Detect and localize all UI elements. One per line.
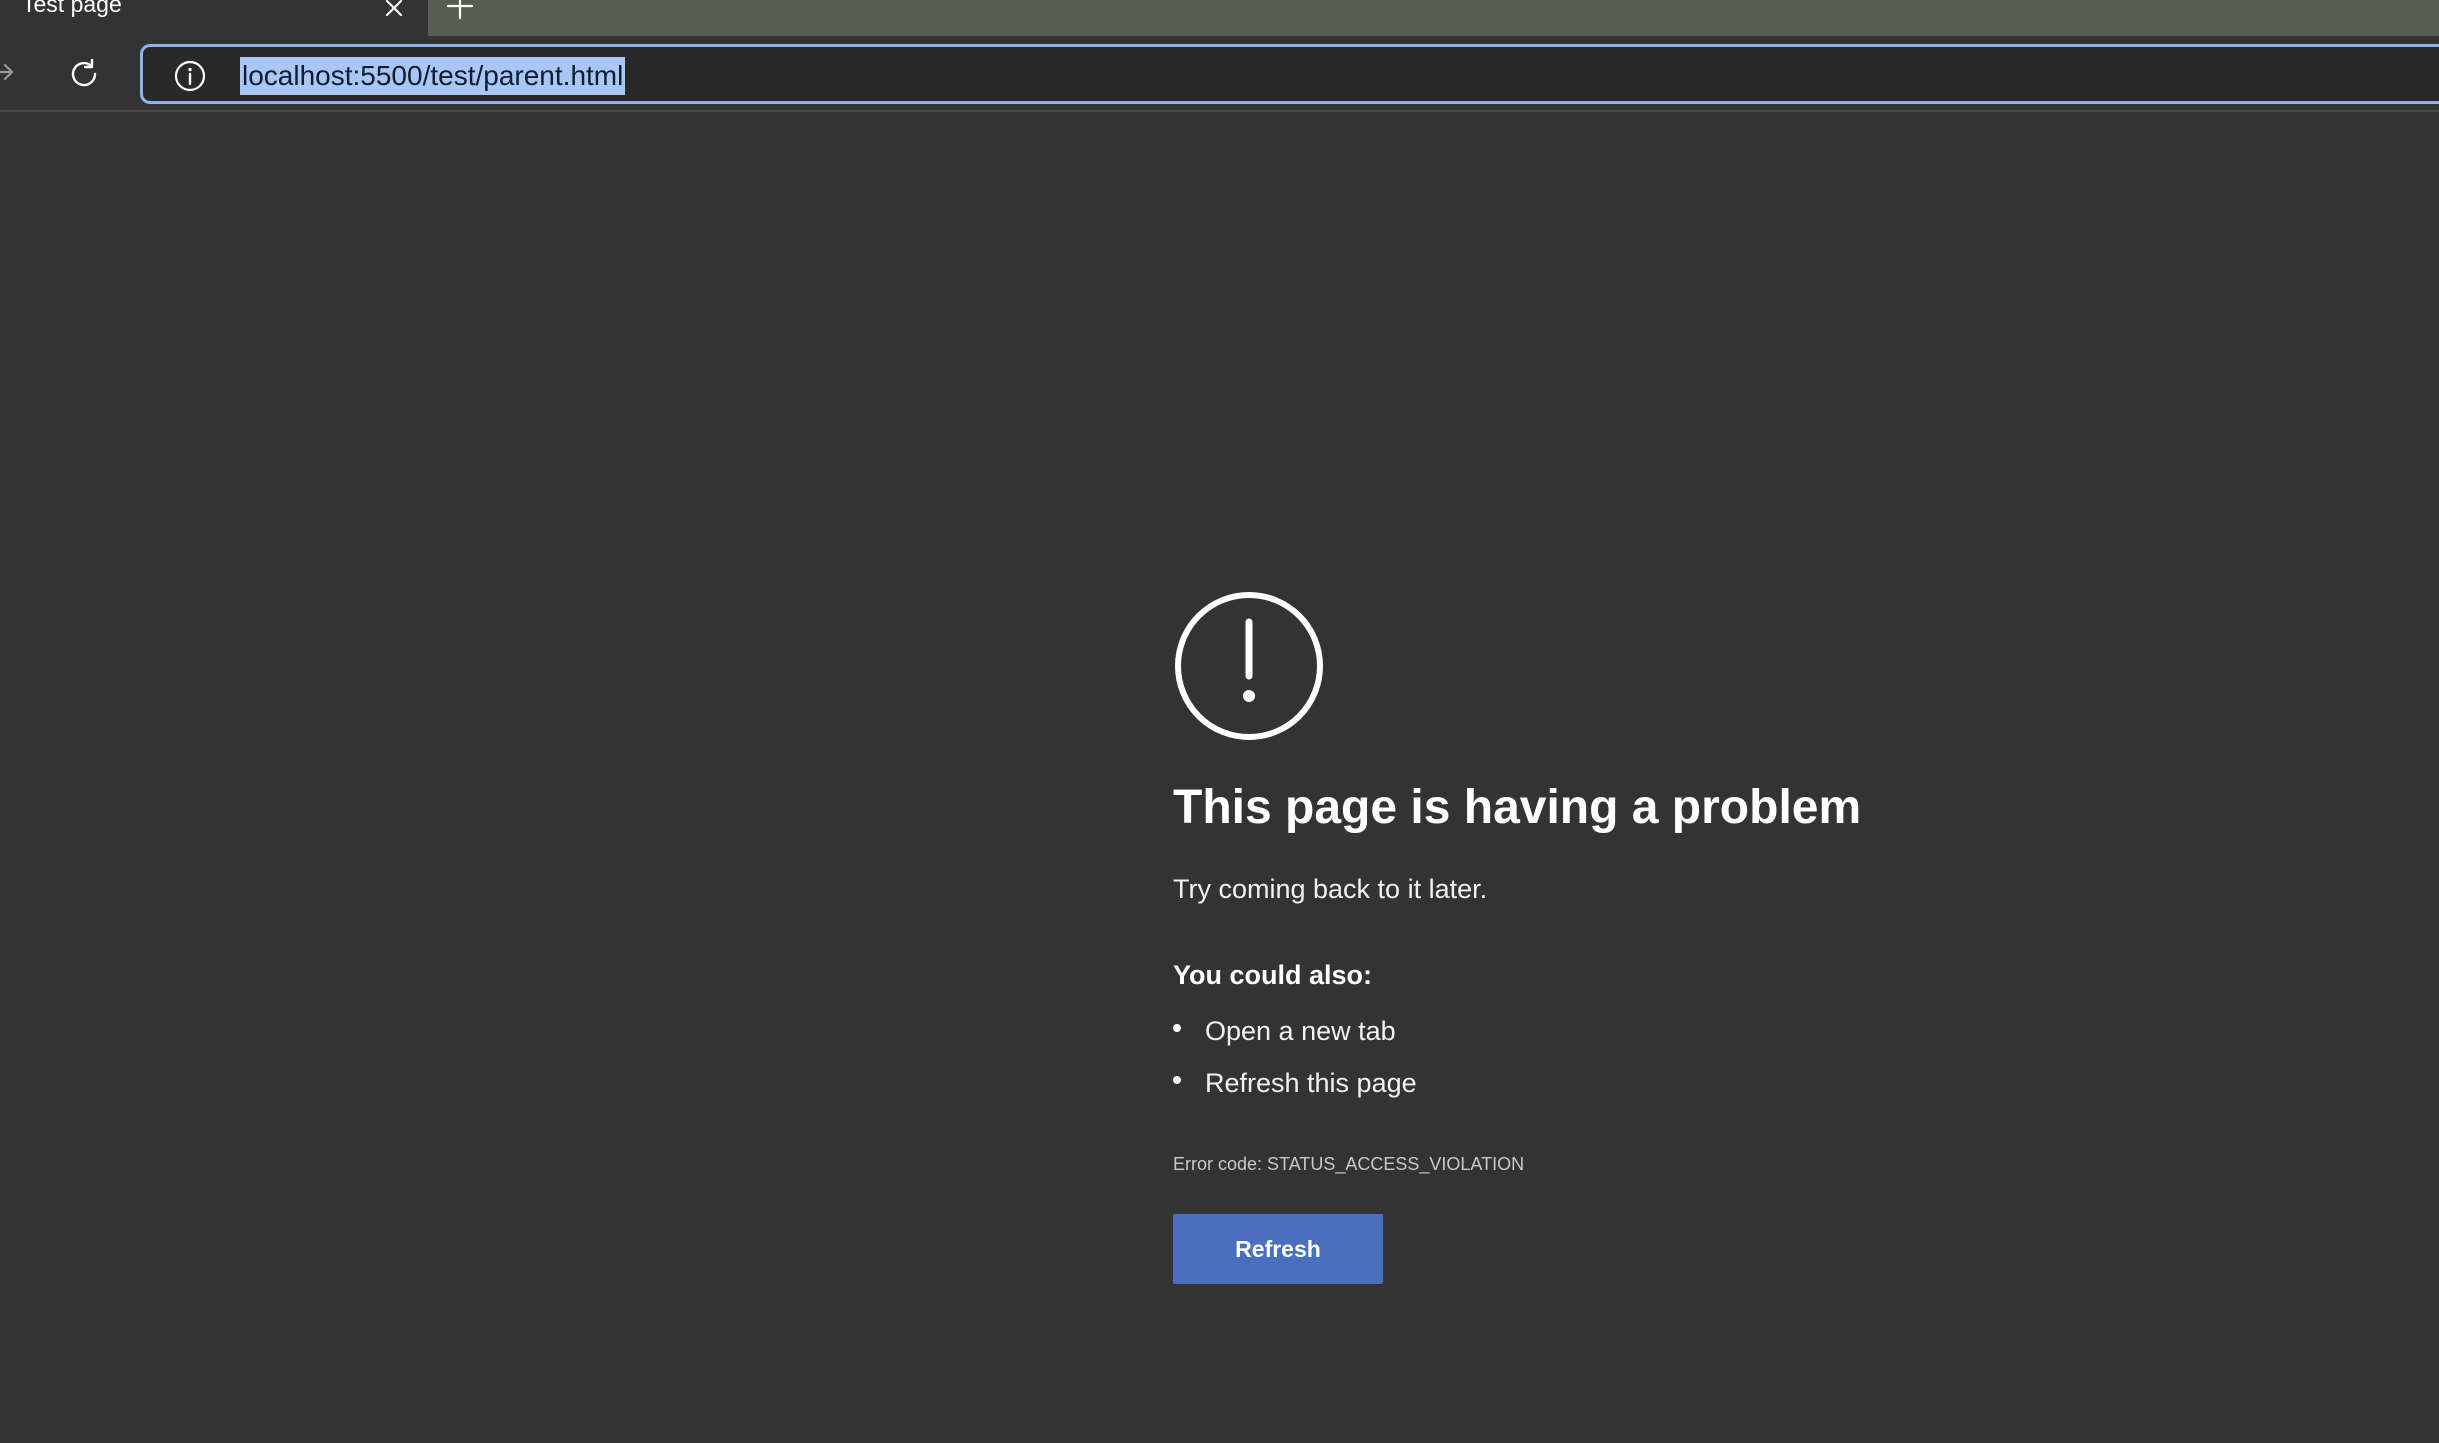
reload-icon: [71, 58, 97, 87]
suggestion-label: Refresh this page: [1205, 1068, 1417, 1098]
tab-strip: Test page: [0, 0, 2439, 36]
error-code: Error code: STATUS_ACCESS_VIOLATION: [1173, 1154, 1525, 1174]
site-info-button[interactable]: [173, 59, 207, 93]
tab-close-button[interactable]: [376, 0, 412, 26]
tab-active[interactable]: Test page: [0, 0, 428, 36]
refresh-button[interactable]: Refresh: [1173, 1214, 1383, 1284]
suggestions-list: Open a new tab Refresh this page: [1173, 1014, 1417, 1118]
tab-title: Test page: [22, 0, 122, 17]
suggestion-refresh-page: Refresh this page: [1173, 1066, 1417, 1118]
close-icon: [385, 0, 403, 17]
arrow-right-icon: [0, 63, 14, 81]
reload-button[interactable]: [64, 54, 104, 94]
info-icon: [174, 60, 206, 92]
address-bar[interactable]: localhost:5500/test/parent.html: [140, 44, 2439, 104]
bullet: [1173, 1076, 1181, 1084]
browser-toolbar: localhost:5500/test/parent.html: [0, 36, 2439, 112]
error-title: This page is having a problem: [1173, 781, 1862, 834]
suggestion-label: Open a new tab: [1205, 1016, 1396, 1046]
plus-icon: [446, 0, 474, 20]
suggestion-open-new-tab: Open a new tab: [1173, 1014, 1417, 1066]
forward-button[interactable]: [0, 56, 20, 88]
exclamation-circle-icon: [1175, 592, 1323, 740]
url-input[interactable]: localhost:5500/test/parent.html: [240, 57, 626, 95]
suggestions-heading: You could also:: [1173, 960, 1373, 990]
error-subtitle: Try coming back to it later.: [1173, 874, 1488, 904]
new-tab-button[interactable]: [442, 0, 478, 24]
bullet: [1173, 1024, 1181, 1032]
